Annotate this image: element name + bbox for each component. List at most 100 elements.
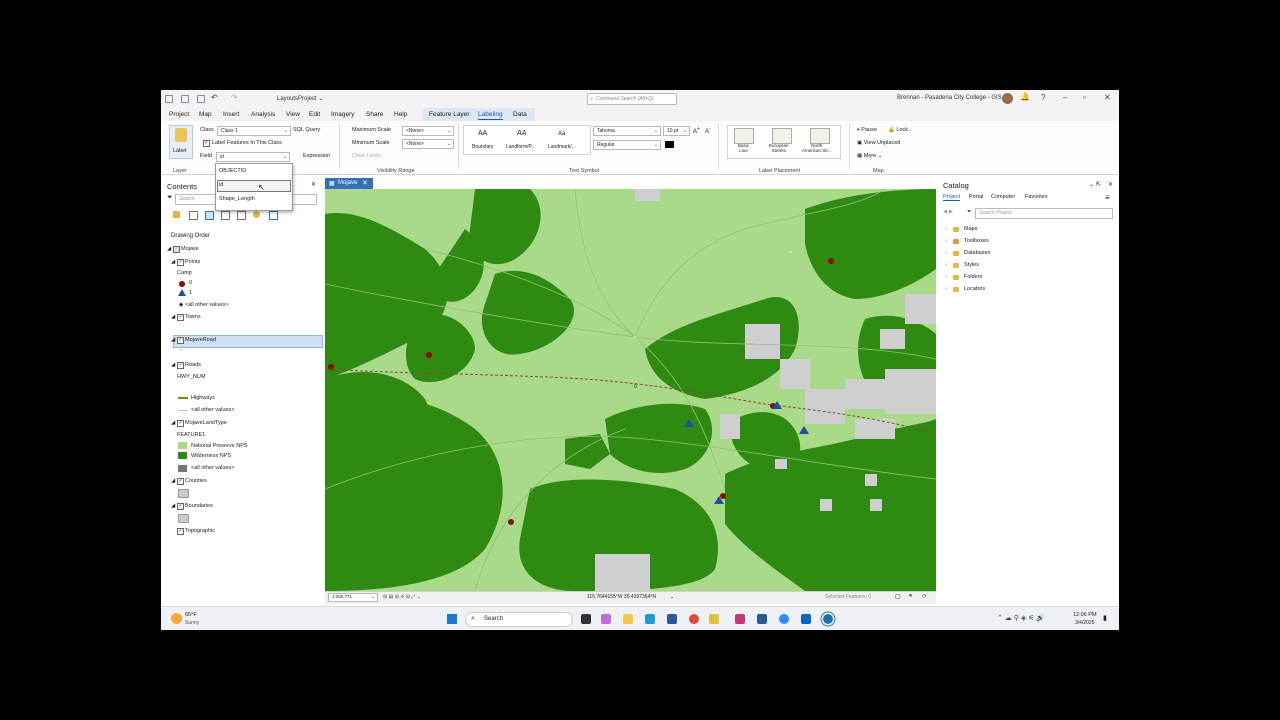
map-tab-close-icon[interactable]: ✕ (362, 179, 368, 187)
expand-icon[interactable]: ◢ (171, 503, 175, 509)
app-icon[interactable] (735, 614, 745, 624)
tab-edit[interactable]: Edit (309, 111, 320, 118)
pause-button[interactable]: ⏸ Pause (857, 127, 877, 134)
taskbar-search[interactable]: ⌕ Search (465, 612, 573, 627)
open-icon[interactable] (181, 95, 189, 103)
catalog-search[interactable]: Search Project (975, 208, 1113, 219)
expand-icon[interactable]: ◢ (171, 314, 175, 320)
pause-drawing-icon[interactable]: ⏸ (909, 593, 912, 600)
arcgis-pro-icon[interactable] (823, 614, 833, 624)
outlook-icon[interactable] (801, 614, 811, 624)
label-style-gallery[interactable]: AA AA Aa Boundary Landform/P... Landmark… (463, 125, 591, 155)
expand-icon[interactable]: › (945, 238, 947, 244)
tab-feature-layer[interactable]: Feature Layer (429, 111, 469, 118)
highways-symbol[interactable] (178, 397, 188, 399)
counties-swatch[interactable] (178, 489, 189, 498)
max-scale-select[interactable]: <None> ⌄ (402, 126, 454, 136)
expand-icon[interactable]: ◢ (171, 478, 175, 484)
catalog-tab-portal[interactable]: Portal (969, 194, 983, 200)
command-search[interactable]: ⌕ Command Search (Alt+Q) (587, 93, 677, 105)
file-explorer-icon[interactable] (623, 614, 633, 624)
style-landform[interactable]: Landform/P... (506, 144, 535, 150)
expand-map-icon[interactable]: ◢ (167, 246, 171, 252)
placement-north-american[interactable]: North American Str... (802, 143, 832, 153)
map-tools-icons[interactable]: ⊞ ▤ ⊞ ✛ ⊞ ⤢ ⌄ (383, 594, 421, 600)
grow-font-icon[interactable]: A+ (693, 126, 700, 135)
word-icon[interactable] (757, 614, 767, 624)
field-option-objectid[interactable]: OBJECTID (219, 168, 246, 174)
start-icon[interactable] (447, 614, 457, 624)
expand-icon[interactable]: › (945, 286, 947, 292)
style-landmark[interactable]: Landmark/... (548, 144, 576, 150)
visibility-checkbox[interactable]: ✓ (177, 337, 184, 344)
landtype-other-swatch[interactable] (178, 465, 187, 472)
expand-icon[interactable]: ◢ (171, 259, 175, 265)
tab-insert[interactable]: Insert (223, 111, 239, 118)
notification-icon[interactable]: ▮ (1103, 614, 1107, 622)
font-color-swatch[interactable] (665, 141, 674, 148)
map-canvas[interactable]: 0 (325, 189, 936, 591)
lock-button[interactable]: 🔒 Lock (888, 127, 908, 133)
labeling-icon[interactable] (253, 211, 260, 218)
table-icon[interactable]: ▢ (895, 593, 901, 600)
layer-boundaries[interactable]: Boundaries (185, 503, 213, 509)
min-scale-select[interactable]: <None> ⌄ (402, 139, 454, 149)
tray-icons[interactable]: ⌃ ☁ ⚲ ◈ ⚟ 🔊 (997, 614, 1045, 622)
project-title[interactable]: LayoutsProject ⌄ (277, 95, 323, 102)
charts-icon[interactable] (269, 211, 278, 220)
expand-icon[interactable]: › (945, 250, 947, 256)
font-style-select[interactable]: Regular ⌄ (593, 140, 661, 150)
expand-icon[interactable]: › (945, 274, 947, 280)
selection-icon[interactable] (205, 211, 214, 220)
scale-select[interactable]: 1:255,771 ⌄ (328, 593, 378, 602)
tab-help[interactable]: Help (394, 111, 407, 118)
bell-icon[interactable]: 🔔 (1020, 92, 1030, 101)
font-size-select[interactable]: 10 pt ⌄ (663, 126, 690, 136)
tab-imagery[interactable]: Imagery (331, 111, 354, 118)
shrink-font-icon[interactable]: A- (705, 126, 711, 135)
source-icon[interactable] (189, 211, 198, 220)
tab-share[interactable]: Share (366, 111, 383, 118)
snapping-icon[interactable] (237, 211, 246, 220)
expand-icon[interactable]: ◢ (171, 362, 175, 368)
field-select[interactable]: id ⌄ (216, 152, 290, 162)
layer-towns[interactable]: Towns (185, 314, 201, 320)
catalog-tab-computer[interactable]: Computer (991, 194, 1015, 200)
camp-1-symbol[interactable] (178, 289, 186, 296)
layer-counties[interactable]: Counties (185, 478, 207, 484)
zoom-icon[interactable] (779, 614, 789, 624)
store-icon[interactable] (667, 614, 677, 624)
font-select[interactable]: Tahoma ⌄ (593, 126, 661, 136)
sql-query-button[interactable]: SQL Query (293, 127, 320, 133)
refresh-icon[interactable]: ⟳ (922, 593, 927, 600)
catalog-item-databases[interactable]: Databases (964, 250, 990, 256)
catalog-item-styles[interactable]: Styles (964, 262, 979, 268)
layer-roads[interactable]: Roads (185, 362, 201, 368)
placement-gallery[interactable]: Basic Line European Streets North American … (727, 125, 841, 159)
visibility-checkbox[interactable]: ✓ (177, 528, 184, 535)
save-icon[interactable] (197, 95, 205, 103)
catalog-item-toolboxes[interactable]: Toolboxes (964, 238, 989, 244)
drawing-order-icon[interactable] (173, 211, 180, 218)
field-option-id[interactable]: id (219, 182, 223, 188)
new-icon[interactable] (165, 95, 173, 103)
layer-points[interactable]: Points (185, 259, 200, 265)
tab-map[interactable]: Map (199, 111, 212, 118)
tab-data[interactable]: Data (513, 111, 527, 118)
more-button[interactable]: ▦ More ⌄ (857, 153, 882, 159)
visibility-checkbox[interactable]: ✓ (177, 503, 184, 510)
layer-topographic[interactable]: Topographic (185, 528, 215, 534)
catalog-item-maps[interactable]: Maps (964, 226, 977, 232)
catalog-close-icon[interactable]: ✕ (1108, 181, 1113, 188)
tab-project[interactable]: Project (169, 111, 189, 118)
toc-map-mojave[interactable]: Mojave (181, 246, 199, 252)
editing-icon[interactable] (221, 211, 230, 220)
map-view[interactable]: 0 (325, 189, 936, 591)
contents-close-icon[interactable]: ✕ (311, 181, 316, 188)
weather-icon[interactable] (171, 613, 182, 624)
boundaries-swatch[interactable] (178, 514, 189, 523)
chrome-icon[interactable] (689, 614, 699, 624)
help-button[interactable]: ? (1041, 93, 1045, 102)
expand-icon[interactable]: › (945, 262, 947, 268)
close-button[interactable]: ✕ (1104, 93, 1111, 102)
